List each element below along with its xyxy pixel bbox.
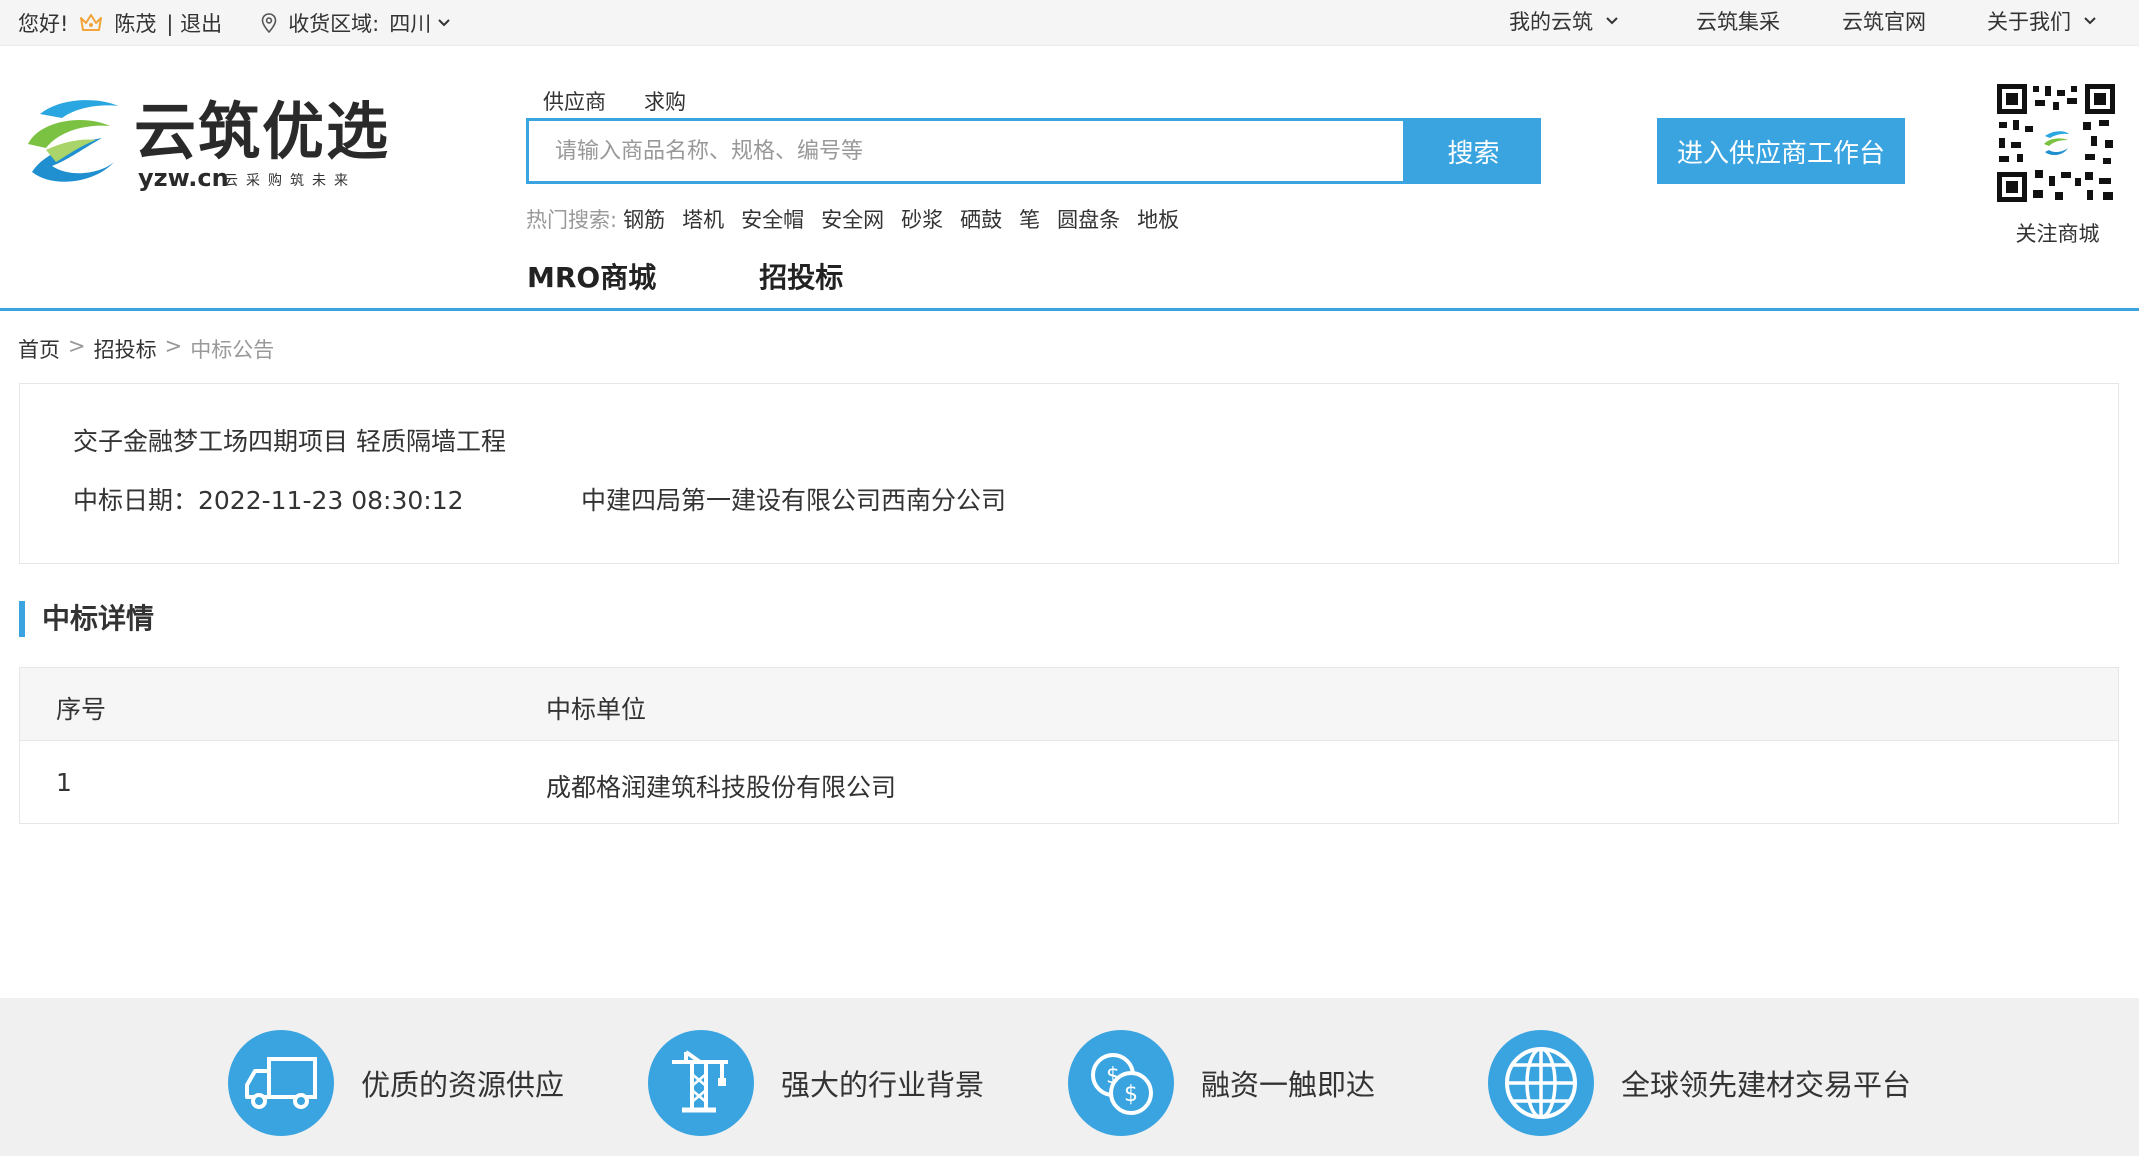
footer-features: 优质的资源供应 强大的行业背景 $ $ 融资一触即达 全球领先建材交易平台 bbox=[0, 998, 2139, 1156]
user-bar: 您好! 陈茂 | 退出 收货区域: 四川 bbox=[18, 0, 461, 46]
crown-icon bbox=[80, 14, 103, 31]
location-pin-icon bbox=[261, 13, 277, 34]
breadcrumb-separator: > bbox=[68, 334, 86, 358]
truck-icon bbox=[228, 1030, 334, 1136]
tower-crane-icon bbox=[648, 1030, 754, 1136]
project-title: 交子金融梦工场四期项目 轻质隔墙工程 bbox=[73, 427, 506, 456]
search-type-tabs: 供应商 求购 bbox=[543, 86, 724, 116]
award-result-table: 序号 中标单位 1 成都格润建筑科技股份有限公司 bbox=[19, 667, 2119, 824]
feature-label: 优质的资源供应 bbox=[361, 1068, 565, 1102]
hot-search-item[interactable]: 笔 bbox=[1019, 204, 1040, 234]
search-box bbox=[526, 118, 1409, 184]
search-input[interactable] bbox=[529, 121, 1409, 181]
hot-search-item[interactable]: 安全网 bbox=[821, 204, 884, 234]
feature-label: 强大的行业背景 bbox=[781, 1068, 985, 1102]
enter-supplier-workbench-button[interactable]: 进入供应商工作台 bbox=[1657, 118, 1905, 184]
region-label: 收货区域: bbox=[288, 12, 380, 36]
logo-domain: yzw.cn bbox=[138, 164, 229, 192]
chevron-down-icon bbox=[2084, 17, 2096, 25]
breadcrumb-home[interactable]: 首页 bbox=[18, 334, 60, 364]
feature-financing: $ $ 融资一触即达 bbox=[1068, 1030, 1375, 1136]
site-logo[interactable]: 云筑优选 yzw.cn 云采购筑未来 bbox=[22, 92, 388, 192]
chevron-down-icon bbox=[1606, 17, 1618, 25]
tendering-company: 中建四局第一建设有限公司西南分公司 bbox=[581, 486, 1007, 515]
nav-yunzhu-jicai[interactable]: 云筑集采 bbox=[1696, 6, 1780, 36]
feature-global-platform: 全球领先建材交易平台 bbox=[1488, 1030, 1911, 1136]
hot-searches: 热门搜索: 钢筋 塔机 安全帽 安全网 砂浆 硒鼓 笔 圆盘条 地板 bbox=[526, 204, 1196, 234]
section-accent-bar bbox=[19, 601, 25, 637]
hot-search-item[interactable]: 砂浆 bbox=[901, 204, 943, 234]
greeting-text: 您好! bbox=[18, 12, 69, 36]
feature-industry-background: 强大的行业背景 bbox=[648, 1030, 984, 1136]
nav-divider bbox=[0, 308, 2139, 311]
coins-icon: $ $ bbox=[1068, 1030, 1174, 1136]
hot-search-item[interactable]: 钢筋 bbox=[623, 204, 665, 234]
search-button[interactable]: 搜索 bbox=[1406, 118, 1541, 184]
main-nav: MRO商城 招投标 bbox=[527, 256, 946, 296]
row-no: 1 bbox=[56, 768, 72, 797]
breadcrumb-bidding[interactable]: 招投标 bbox=[94, 334, 157, 364]
main-nav-mro-mall[interactable]: MRO商城 bbox=[527, 256, 656, 296]
feature-label: 全球领先建材交易平台 bbox=[1621, 1068, 1912, 1102]
tab-purchase-request[interactable]: 求购 bbox=[644, 86, 686, 116]
nav-my-yunzhu-label: 我的云筑 bbox=[1509, 10, 1593, 34]
nav-yunzhu-official[interactable]: 云筑官网 bbox=[1842, 6, 1926, 36]
tab-supplier[interactable]: 供应商 bbox=[543, 86, 606, 116]
logo-brand-name: 云筑优选 bbox=[134, 95, 391, 168]
region-selector[interactable]: 四川 bbox=[389, 8, 451, 38]
feature-label: 融资一触即达 bbox=[1201, 1068, 1376, 1102]
globe-icon bbox=[1488, 1030, 1594, 1136]
qr-code-icon[interactable] bbox=[1995, 82, 2117, 204]
section-title: 中标详情 bbox=[42, 602, 155, 635]
top-bar: 您好! 陈茂 | 退出 收货区域: 四川 我的云筑 云筑集采 云筑官网 关于我们 bbox=[0, 0, 2139, 46]
table-header: 序号 中标单位 bbox=[20, 668, 2118, 741]
column-header-no: 序号 bbox=[56, 695, 107, 724]
logout-link[interactable]: | 退出 bbox=[166, 8, 222, 38]
chevron-down-icon bbox=[438, 19, 450, 27]
row-winner: 成都格润建筑科技股份有限公司 bbox=[546, 773, 897, 802]
feature-resource-supply: 优质的资源供应 bbox=[228, 1030, 564, 1136]
project-info-card: 交子金融梦工场四期项目 轻质隔墙工程 中标日期：2022-11-23 08:30… bbox=[19, 383, 2119, 564]
svg-text:$: $ bbox=[1106, 1064, 1120, 1089]
username-link[interactable]: 陈茂 bbox=[114, 8, 156, 38]
breadcrumb: 首页 > 招投标 > 中标公告 bbox=[18, 334, 274, 364]
main-nav-bidding[interactable]: 招投标 bbox=[759, 256, 843, 296]
hot-search-item[interactable]: 硒鼓 bbox=[960, 204, 1002, 234]
hot-search-item[interactable]: 地板 bbox=[1137, 204, 1179, 234]
hot-search-item[interactable]: 塔机 bbox=[682, 204, 724, 234]
region-value: 四川 bbox=[389, 12, 432, 36]
follow-mall-label: 关注商城 bbox=[2015, 222, 2100, 246]
table-row: 1 成都格润建筑科技股份有限公司 bbox=[20, 742, 2118, 824]
nav-about-us-label: 关于我们 bbox=[1987, 10, 2071, 34]
svg-text:$: $ bbox=[1124, 1082, 1138, 1107]
hot-search-item[interactable]: 圆盘条 bbox=[1057, 204, 1120, 234]
hot-search-item[interactable]: 安全帽 bbox=[741, 204, 804, 234]
nav-about-us[interactable]: 关于我们 bbox=[1987, 6, 2097, 36]
nav-my-yunzhu[interactable]: 我的云筑 bbox=[1509, 6, 1619, 36]
hot-search-label: 热门搜索: bbox=[526, 208, 618, 232]
breadcrumb-separator: > bbox=[164, 334, 183, 358]
column-header-winner: 中标单位 bbox=[546, 695, 647, 724]
breadcrumb-current: 中标公告 bbox=[190, 338, 275, 362]
logo-mark-icon bbox=[28, 100, 118, 182]
award-date: 中标日期：2022-11-23 08:30:12 bbox=[73, 486, 464, 515]
logo-slogan: 云采购筑未来 bbox=[224, 173, 356, 189]
